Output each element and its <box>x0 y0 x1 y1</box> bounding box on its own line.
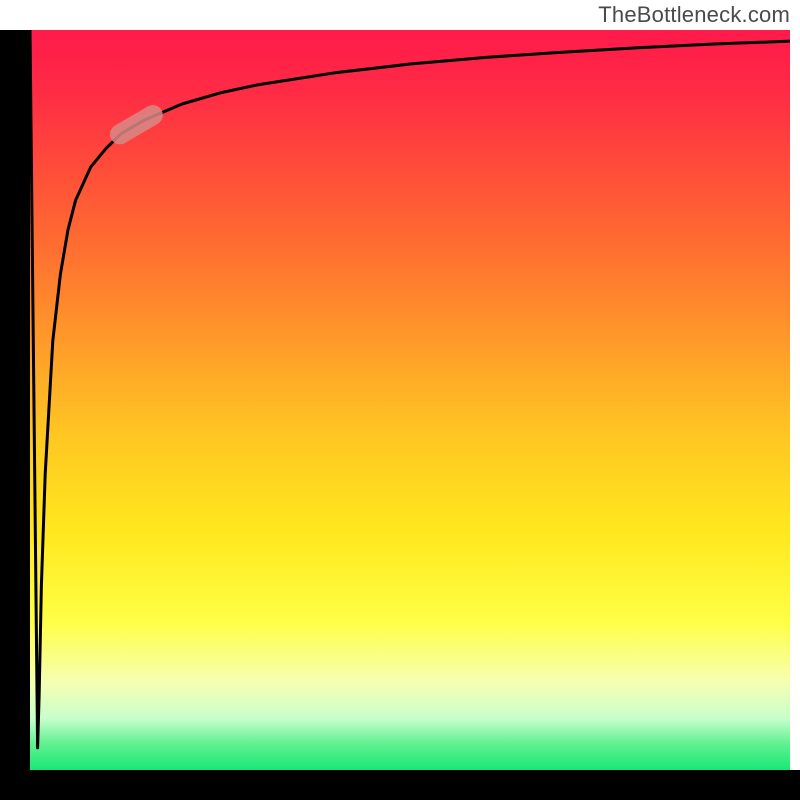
watermark-text: TheBottleneck.com <box>598 2 790 28</box>
chart-frame: TheBottleneck.com <box>0 0 800 800</box>
curve-layer <box>30 30 790 770</box>
x-axis <box>0 770 800 800</box>
bottleneck-curve <box>30 30 790 748</box>
highlight-marker <box>106 101 166 148</box>
curve-group <box>30 30 790 748</box>
y-axis <box>0 30 30 780</box>
